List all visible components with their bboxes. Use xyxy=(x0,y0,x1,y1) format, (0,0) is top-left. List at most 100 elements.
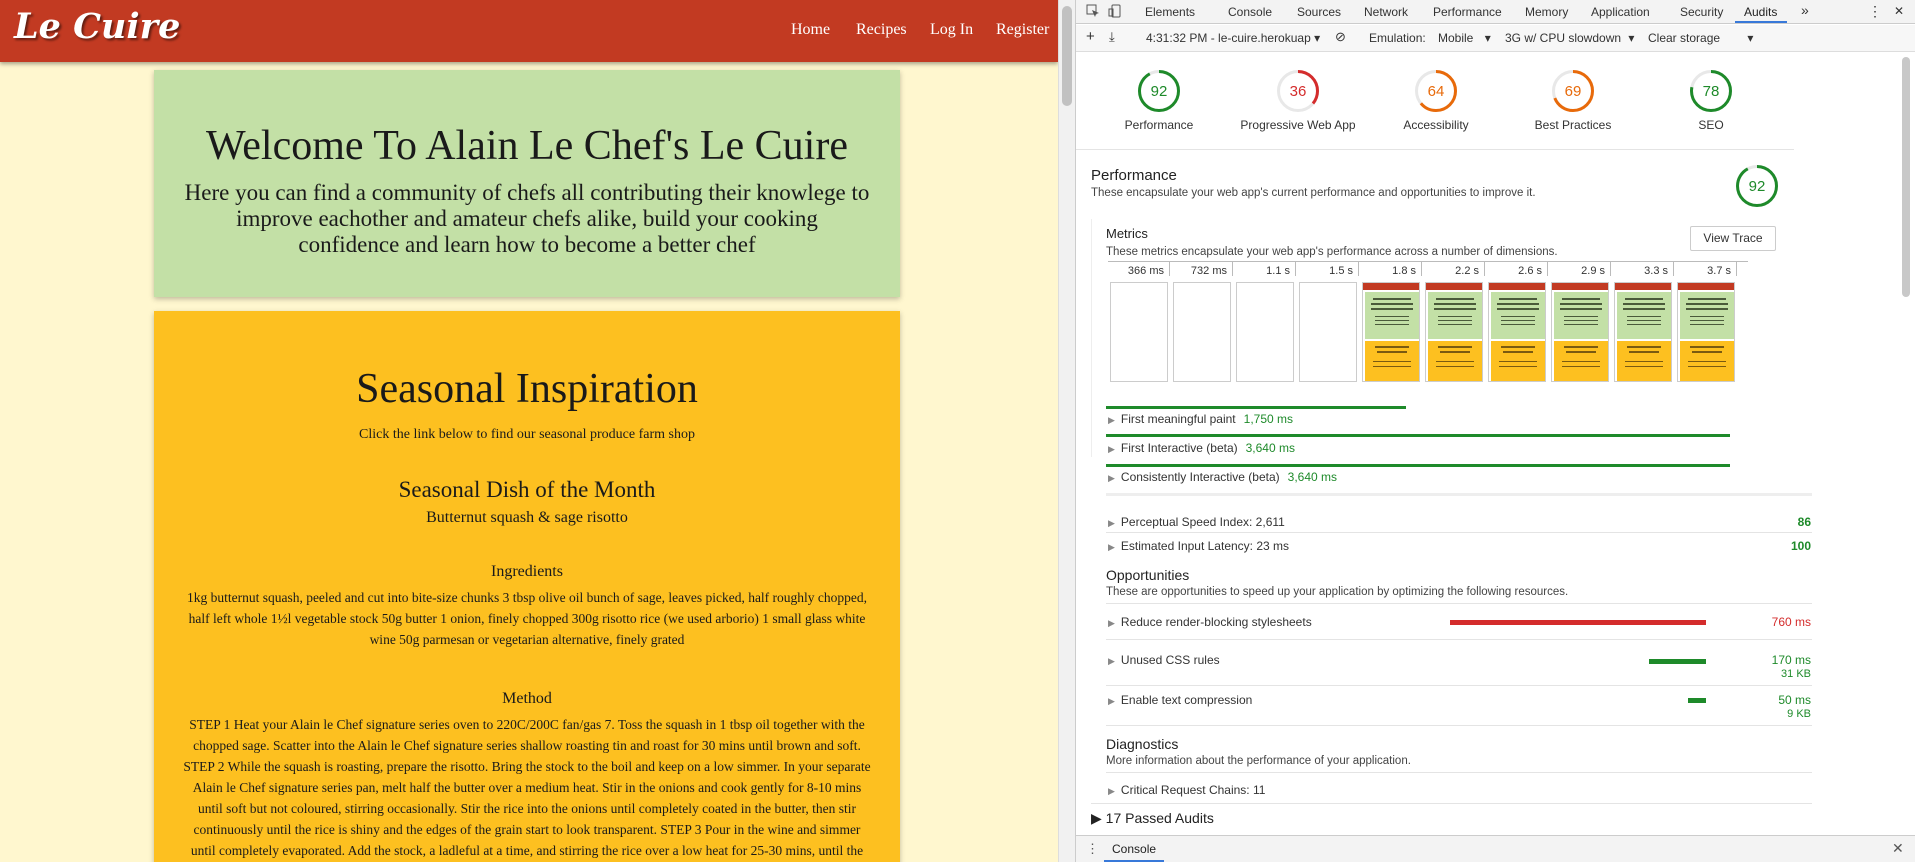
opportunity-value: 50 ms xyxy=(1778,693,1811,707)
divider xyxy=(1106,685,1812,686)
opportunity-size: 31 KB xyxy=(1781,668,1811,680)
view-trace-button[interactable]: View Trace xyxy=(1690,226,1776,251)
svg-text:92: 92 xyxy=(1151,83,1168,100)
fmp-bar xyxy=(1106,406,1406,409)
console-drawer: ⋮ Console ✕ xyxy=(1076,835,1915,862)
svg-text:78: 78 xyxy=(1703,83,1720,100)
expand-icon: ▶ xyxy=(1108,656,1115,666)
expand-icon: ▶ xyxy=(1108,696,1115,706)
seasonal-card: Seasonal Inspiration Click the link belo… xyxy=(154,311,900,862)
frame-thumbnail xyxy=(1299,282,1357,382)
metric-speed-index[interactable]: ▶ Perceptual Speed Index: 2,611 xyxy=(1108,515,1285,529)
frame-thumbnail xyxy=(1236,282,1294,382)
gauge-label: Progressive Web App xyxy=(1240,118,1356,132)
chevron-down-icon: ▾ xyxy=(1747,31,1754,45)
score-gauge-progressive-web-app[interactable]: 36 Progressive Web App xyxy=(1228,70,1368,132)
filmstrip-frame: 366 ms xyxy=(1108,262,1170,382)
frame-thumbnail xyxy=(1488,282,1546,382)
nav-register[interactable]: Register xyxy=(996,21,1049,39)
metric-first-interactive[interactable]: ▶ First Interactive (beta) 3,640 ms xyxy=(1108,441,1295,455)
report-scrollbar-thumb[interactable] xyxy=(1902,57,1910,297)
metric-value: 3,640 ms xyxy=(1287,470,1338,484)
devtools-menu-icon[interactable]: ⋮ xyxy=(1868,3,1882,20)
frame-time: 2.9 s xyxy=(1581,265,1605,277)
tab-network[interactable]: Network xyxy=(1364,5,1408,19)
opportunities-title: Opportunities xyxy=(1106,567,1190,583)
clear-reports-icon[interactable]: ⊘ xyxy=(1335,29,1346,45)
website-scrollbar[interactable] xyxy=(1058,0,1075,862)
opportunity-unused-css[interactable]: ▶ Unused CSS rules xyxy=(1108,653,1220,667)
passed-audits-toggle[interactable]: ▶ 17 Passed Audits xyxy=(1091,810,1214,827)
throttle-select[interactable]: 3G w/ CPU slowdown ▾ xyxy=(1505,31,1634,45)
tab-performance[interactable]: Performance xyxy=(1433,5,1502,19)
nav-login[interactable]: Log In xyxy=(930,21,973,39)
divider xyxy=(1076,149,1794,150)
drawer-tab-console[interactable]: Console xyxy=(1112,842,1156,856)
score-gauge-accessibility[interactable]: 64 Accessibility xyxy=(1366,70,1506,132)
diagnostic-label: Critical Request Chains: 11 xyxy=(1120,783,1266,797)
expand-icon: ▶ xyxy=(1108,542,1115,552)
gauge-label: Best Practices xyxy=(1534,118,1612,132)
frame-time: 366 ms xyxy=(1127,265,1164,277)
tab-sources[interactable]: Sources xyxy=(1297,5,1341,19)
nav-recipes[interactable]: Recipes xyxy=(856,21,907,39)
tab-console[interactable]: Console xyxy=(1228,5,1272,19)
frame-tick xyxy=(1673,262,1674,276)
website-scrollbar-thumb[interactable] xyxy=(1062,6,1072,106)
frame-tick xyxy=(1484,262,1485,276)
frame-time: 732 ms xyxy=(1190,265,1227,277)
opportunity-bar xyxy=(1450,620,1706,625)
metric-fmp[interactable]: ▶ First meaningful paint 1,750 ms xyxy=(1108,412,1293,426)
devtools-tabbar: Elements Console Sources Network Perform… xyxy=(1076,0,1915,24)
expand-icon: ▶ xyxy=(1108,473,1115,483)
frame-tick xyxy=(1232,262,1233,276)
frame-tick xyxy=(1358,262,1359,276)
tab-audits[interactable]: Audits xyxy=(1744,5,1777,19)
report-selector[interactable]: 4:31:32 PM - le-cuire.herokuap ▾ xyxy=(1146,31,1320,45)
filmstrip-frame: 3.3 s xyxy=(1612,262,1674,382)
method-heading: Method xyxy=(502,690,552,707)
tab-memory[interactable]: Memory xyxy=(1525,5,1568,19)
expand-icon: ▶ xyxy=(1108,518,1115,528)
site-navbar: Le Cuire Home Recipes Log In Register xyxy=(0,0,1058,62)
diagnostics-desc: More information about the performance o… xyxy=(1106,755,1411,767)
tab-elements[interactable]: Elements xyxy=(1145,5,1195,19)
inspect-element-icon[interactable] xyxy=(1086,4,1100,21)
welcome-title: Welcome To Alain Le Chef's Le Cuire xyxy=(206,123,848,169)
metric-consistently-interactive[interactable]: ▶ Consistently Interactive (beta) 3,640 ms xyxy=(1108,470,1337,484)
emulation-select[interactable]: Mobile ▾ xyxy=(1438,31,1491,45)
close-devtools-icon[interactable]: ✕ xyxy=(1894,4,1904,18)
speed-index-score: 86 xyxy=(1797,515,1811,529)
diagnostic-critical-chains[interactable]: ▶ Critical Request Chains: 11 xyxy=(1108,783,1265,797)
performance-score-gauge: 92 xyxy=(1736,165,1778,207)
gauge-label: Performance xyxy=(1124,118,1194,132)
report-scrollbar[interactable] xyxy=(1899,53,1913,835)
svg-text:92: 92 xyxy=(1749,178,1766,195)
download-report-icon[interactable]: ⤓ xyxy=(1109,29,1115,45)
expand-icon: ▶ xyxy=(1108,618,1115,628)
metric-input-latency[interactable]: ▶ Estimated Input Latency: 23 ms xyxy=(1108,539,1289,553)
opportunities-desc: These are opportunities to speed up your… xyxy=(1106,586,1569,598)
new-audit-icon[interactable]: + xyxy=(1086,28,1095,45)
device-toolbar-icon[interactable] xyxy=(1108,4,1122,21)
nav-home[interactable]: Home xyxy=(791,21,830,39)
score-gauge-best-practices[interactable]: 69 Best Practices xyxy=(1503,70,1643,132)
score-gauge-seo[interactable]: 78 SEO xyxy=(1641,70,1781,132)
opportunity-render-blocking[interactable]: ▶ Reduce render-blocking stylesheets xyxy=(1108,615,1312,629)
tab-security[interactable]: Security xyxy=(1680,5,1723,19)
opportunity-text-compression[interactable]: ▶ Enable text compression xyxy=(1108,693,1252,707)
site-logo[interactable]: Le Cuire xyxy=(14,6,180,47)
metric-value: 3,640 ms xyxy=(1245,441,1295,455)
frame-tick xyxy=(1295,262,1296,276)
drawer-close-icon[interactable]: ✕ xyxy=(1892,840,1904,857)
more-tabs-icon[interactable]: » xyxy=(1801,2,1809,18)
metric-label: Consistently Interactive (beta) xyxy=(1120,470,1280,484)
ci-bar xyxy=(1106,464,1730,467)
tab-application[interactable]: Application xyxy=(1591,5,1650,19)
metric-label: First meaningful paint xyxy=(1120,412,1236,426)
filmstrip-frame: 1.8 s xyxy=(1360,262,1422,382)
clear-storage-select[interactable]: Clear storage ▾ xyxy=(1648,31,1753,45)
divider xyxy=(1091,803,1812,804)
drawer-menu-icon[interactable]: ⋮ xyxy=(1086,841,1099,857)
score-gauge-performance[interactable]: 92 Performance xyxy=(1089,70,1229,132)
